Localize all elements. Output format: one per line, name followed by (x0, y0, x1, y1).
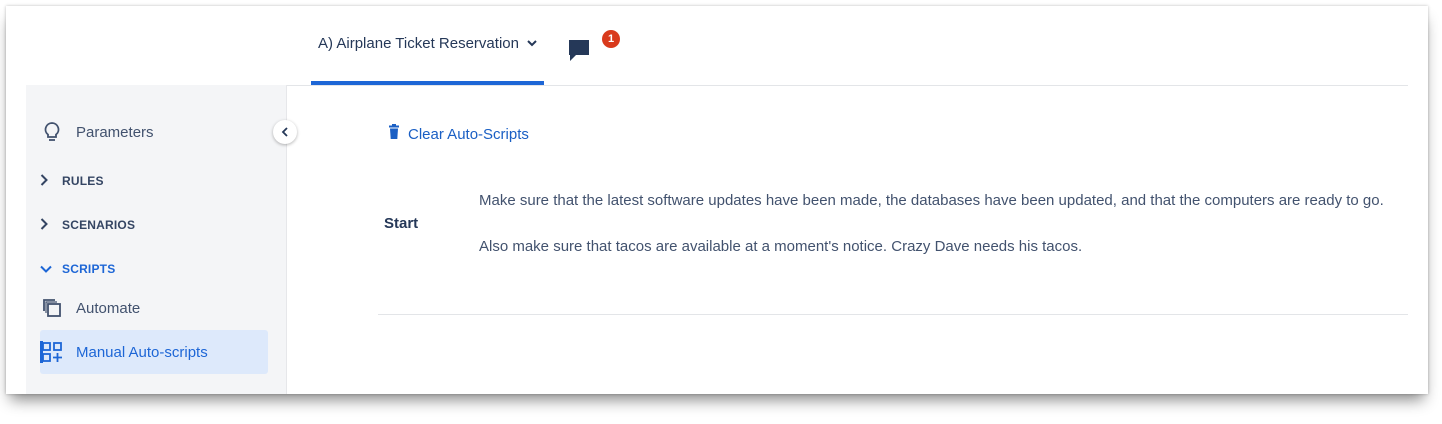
sidebar-item-parameters[interactable]: Parameters (40, 110, 154, 154)
notification-badge: 1 (602, 30, 620, 48)
clear-auto-scripts-button[interactable]: Clear Auto-Scripts (388, 124, 529, 145)
chevron-down-icon (40, 262, 54, 276)
sidebar-item-label: Manual Auto-scripts (76, 343, 208, 361)
sidebar-item-manual-auto-scripts[interactable]: Manual Auto-scripts (40, 330, 208, 374)
copy-icon (40, 296, 64, 320)
sidebar-group-label: RULES (62, 174, 104, 188)
step-description-line: Make sure that the latest software updat… (479, 192, 1384, 209)
trash-icon (388, 124, 400, 145)
grid-add-icon (40, 340, 64, 364)
sidebar-group-label: SCENARIOS (62, 218, 136, 232)
chevron-right-icon (40, 173, 54, 189)
top-bar: A) Airplane Ticket Reservation 1 (26, 6, 1408, 86)
lightbulb-icon (40, 120, 64, 144)
collapse-sidebar-button[interactable] (273, 120, 297, 144)
sidebar-group-scripts[interactable]: SCRIPTS (40, 258, 115, 280)
app-window: A) Airplane Ticket Reservation 1 Paramet… (6, 6, 1428, 394)
sidebar-group-rules[interactable]: RULES (40, 170, 104, 192)
chevron-left-icon (281, 127, 288, 137)
chat-icon[interactable] (567, 37, 593, 63)
step-name: Start (384, 215, 419, 232)
project-tab[interactable]: A) Airplane Ticket Reservation (311, 6, 544, 85)
sidebar-item-label: Automate (76, 299, 141, 317)
project-tab-label: A) Airplane Ticket Reservation (318, 35, 519, 52)
sidebar-item-automate[interactable]: Automate (40, 286, 140, 330)
step-description-line: Also make sure that tacos are available … (479, 238, 1083, 255)
sidebar-item-label: Parameters (76, 123, 154, 141)
sidebar-group-label: SCRIPTS (62, 262, 116, 276)
chevron-down-icon (527, 38, 537, 50)
clear-auto-scripts-label: Clear Auto-Scripts (408, 126, 529, 143)
divider (378, 314, 1408, 315)
sidebar: Parameters RULES SCENARIOS SCRIPTS Autom (26, 85, 287, 394)
chevron-right-icon (40, 217, 54, 233)
sidebar-group-scenarios[interactable]: SCENARIOS (40, 214, 135, 236)
